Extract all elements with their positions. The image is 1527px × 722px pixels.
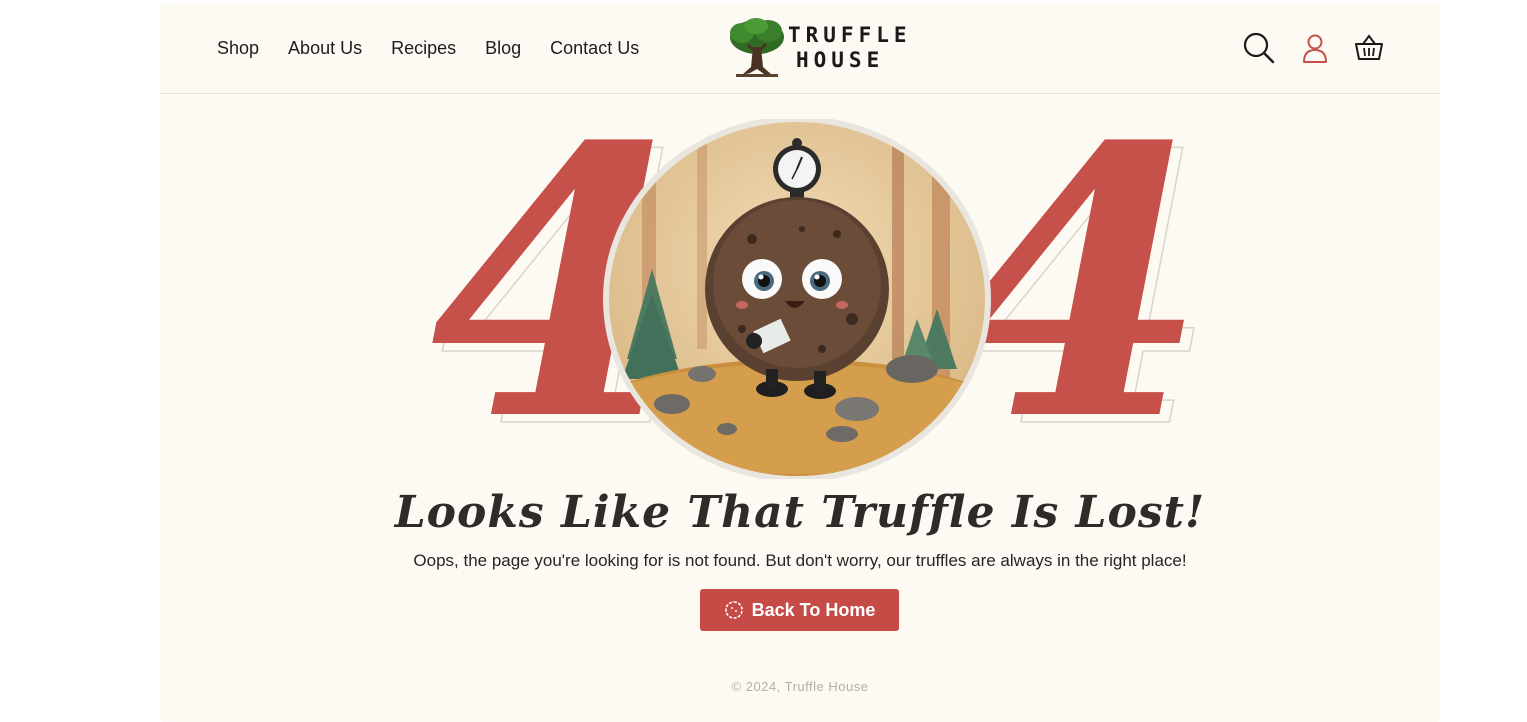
main-nav: Shop About Us Recipes Blog Contact Us <box>217 37 668 59</box>
basket-icon <box>1355 34 1383 60</box>
nav-link-blog[interactable]: Blog <box>485 37 521 59</box>
search-button[interactable] <box>1242 31 1276 65</box>
logo-line-1: TRUFFLE <box>788 23 912 47</box>
logo-wordmark: TRUFFLE HOUSE <box>788 23 912 73</box>
tree-logo-icon <box>730 18 784 77</box>
back-to-home-label: Back To Home <box>751 599 876 620</box>
truffle-icon <box>724 601 743 619</box>
hero-404: 4 4 4 4 <box>430 100 1218 483</box>
nav-link-about-us[interactable]: About Us <box>288 37 362 59</box>
user-icon <box>1303 34 1327 63</box>
search-icon <box>1243 32 1275 64</box>
account-button[interactable] <box>1298 31 1332 65</box>
page-subtitle: Oops, the page you're looking for is not… <box>413 551 1187 570</box>
site-header: Shop About Us Recipes Blog Contact Us TR… <box>160 3 1440 94</box>
nav-link-shop[interactable]: Shop <box>217 37 259 59</box>
cart-button[interactable] <box>1352 31 1386 65</box>
truffle-mascot-illustration <box>603 119 991 479</box>
page-frame: Shop About Us Recipes Blog Contact Us TR… <box>160 3 1440 722</box>
nav-link-contact-us[interactable]: Contact Us <box>550 37 639 59</box>
back-to-home-button[interactable]: Back To Home <box>700 589 899 631</box>
footer-copyright: © 2024, Truffle House <box>731 679 869 694</box>
page-title: Looks Like That Truffle Is Lost! <box>394 487 1206 538</box>
nav-link-recipes[interactable]: Recipes <box>391 37 456 59</box>
logo-line-2: HOUSE <box>796 48 885 72</box>
site-logo[interactable]: TRUFFLE HOUSE <box>728 17 907 79</box>
